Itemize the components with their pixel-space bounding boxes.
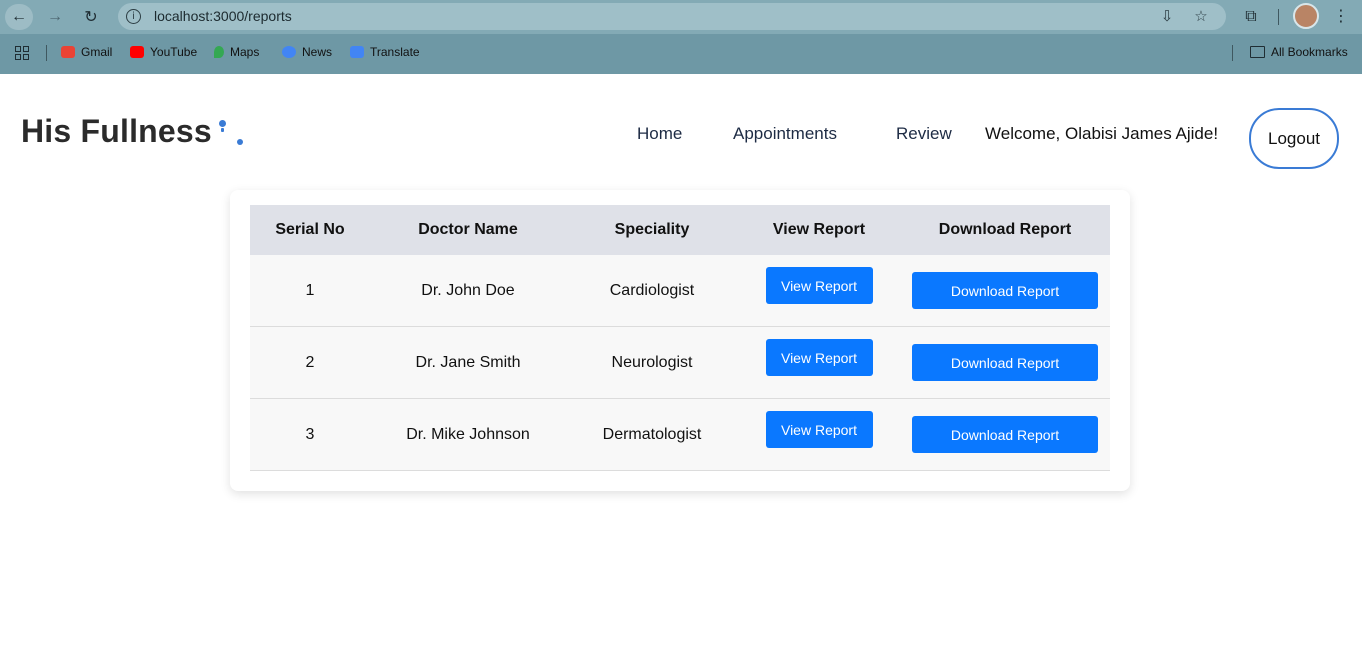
all-bookmarks[interactable]: All Bookmarks (1250, 45, 1348, 59)
view-report-cell: View Report (738, 255, 900, 327)
bookmark-star-icon[interactable]: ☆ (1192, 7, 1210, 25)
header-download-report: Download Report (900, 205, 1110, 255)
bookmark-gmail[interactable]: Gmail (61, 45, 112, 59)
view-report-cell: View Report (738, 326, 900, 399)
bookmark-youtube[interactable]: YouTube (130, 45, 197, 59)
logout-button[interactable]: Logout (1249, 108, 1339, 169)
serial-cell: 1 (250, 255, 370, 327)
folder-icon (1250, 46, 1265, 58)
bookmarks-bar: Gmail YouTube Maps News Translate All Bo… (0, 34, 1362, 74)
table-row: 1 Dr. John Doe Cardiologist View Report … (250, 255, 1110, 327)
news-icon (282, 46, 296, 58)
brand-dot-icon (219, 120, 226, 127)
speciality-cell: Neurologist (566, 326, 738, 399)
view-report-button[interactable]: View Report (765, 267, 873, 304)
bookmark-label: Translate (370, 45, 420, 59)
gmail-icon (61, 46, 75, 58)
view-report-button[interactable]: View Report (765, 339, 873, 376)
table-row: 3 Dr. Mike Johnson Dermatologist View Re… (250, 398, 1110, 471)
header-speciality: Speciality (566, 205, 738, 255)
bookmark-label: Maps (230, 45, 260, 59)
menu-kebab-icon[interactable]: ⋮ (1330, 5, 1352, 27)
toolbar-divider (1278, 9, 1279, 25)
doctor-name-cell: Dr. Mike Johnson (370, 398, 566, 471)
bookmark-news[interactable]: News (282, 45, 332, 59)
download-report-button[interactable]: Download Report (912, 416, 1098, 453)
speciality-cell: Cardiologist (566, 255, 738, 327)
nav-appointments[interactable]: Appointments (733, 124, 837, 144)
url-text[interactable]: localhost:3000/reports (154, 8, 292, 24)
extensions-icon[interactable]: ⧉ (1240, 5, 1262, 27)
apps-grid-icon[interactable] (15, 46, 29, 60)
bookmarks-divider (46, 45, 47, 61)
bookmark-label: Gmail (81, 45, 113, 59)
forward-arrow-icon[interactable]: → (41, 4, 69, 30)
header-serial-no: Serial No (250, 205, 370, 255)
reports-card: Serial No Doctor Name Speciality View Re… (230, 190, 1130, 491)
translate-icon (350, 46, 364, 58)
browser-toolbar: ← → ↻ i localhost:3000/reports ⇩ ☆ ⧉ ⋮ (0, 0, 1362, 34)
download-report-button[interactable]: Download Report (912, 344, 1098, 381)
bookmark-maps[interactable]: Maps (214, 45, 259, 59)
table-header-row: Serial No Doctor Name Speciality View Re… (250, 205, 1110, 255)
bookmarks-divider (1232, 45, 1233, 61)
download-report-cell: Download Report (900, 398, 1110, 471)
download-report-cell: Download Report (900, 326, 1110, 399)
reports-table: Serial No Doctor Name Speciality View Re… (250, 205, 1110, 471)
serial-cell: 2 (250, 326, 370, 399)
serial-cell: 3 (250, 398, 370, 471)
reload-icon[interactable]: ↻ (77, 4, 105, 30)
view-report-cell: View Report (738, 398, 900, 471)
table-row: 2 Dr. Jane Smith Neurologist View Report… (250, 326, 1110, 399)
download-report-cell: Download Report (900, 255, 1110, 327)
header-doctor-name: Doctor Name (370, 205, 566, 255)
maps-icon (214, 46, 224, 58)
view-report-button[interactable]: View Report (765, 411, 873, 448)
youtube-icon (130, 46, 144, 58)
address-bar[interactable]: i localhost:3000/reports ⇩ ☆ (118, 3, 1226, 30)
install-app-icon[interactable]: ⇩ (1158, 7, 1176, 25)
bookmark-translate[interactable]: Translate (350, 45, 420, 59)
brand-dot-icon (221, 128, 224, 132)
brand-logo-text[interactable]: His Fullness (21, 113, 212, 150)
doctor-name-cell: Dr. John Doe (370, 255, 566, 327)
profile-avatar[interactable] (1293, 3, 1319, 29)
brand-dot-icon (237, 139, 243, 145)
bookmark-label: YouTube (150, 45, 198, 59)
bookmark-label: News (302, 45, 333, 59)
welcome-message: Welcome, Olabisi James Ajide! (985, 124, 1219, 143)
header-view-report: View Report (738, 205, 900, 255)
site-info-icon[interactable]: i (126, 9, 141, 24)
doctor-name-cell: Dr. Jane Smith (370, 326, 566, 399)
browser-chrome: ← → ↻ i localhost:3000/reports ⇩ ☆ ⧉ ⋮ G… (0, 0, 1362, 74)
speciality-cell: Dermatologist (566, 398, 738, 471)
nav-review[interactable]: Review (896, 124, 952, 144)
nav-home[interactable]: Home (637, 124, 682, 144)
back-arrow-icon[interactable]: ← (5, 4, 33, 30)
all-bookmarks-label: All Bookmarks (1271, 45, 1348, 59)
download-report-button[interactable]: Download Report (912, 272, 1098, 309)
